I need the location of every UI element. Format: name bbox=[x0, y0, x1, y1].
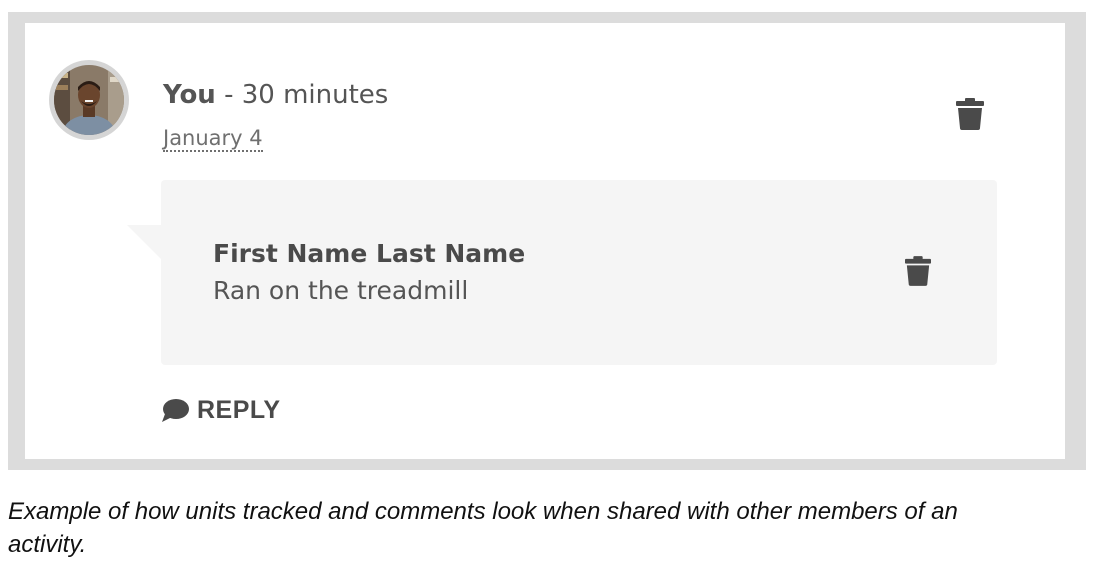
header-separator: - bbox=[215, 80, 242, 110]
reply-text: Ran on the treadmill bbox=[213, 276, 469, 305]
comment-author: You bbox=[163, 80, 216, 110]
speech-bubble-icon bbox=[162, 398, 189, 422]
reply-author: First Name Last Name bbox=[213, 239, 526, 268]
reply-button-label: REPLY bbox=[197, 396, 281, 424]
reply-button[interactable]: REPLY bbox=[161, 396, 281, 425]
avatar-photo bbox=[54, 65, 124, 135]
avatar[interactable] bbox=[49, 60, 129, 140]
comment-card: You - 30 minutes January 4 First Name La… bbox=[25, 23, 1065, 459]
trash-icon[interactable] bbox=[956, 98, 984, 130]
units-tracked: 30 minutes bbox=[241, 80, 389, 110]
reply-pointer bbox=[127, 225, 161, 259]
trash-icon[interactable] bbox=[905, 255, 931, 287]
comment-date[interactable]: January 4 bbox=[163, 126, 263, 152]
screenshot-frame: You - 30 minutes January 4 First Name La… bbox=[8, 12, 1086, 470]
figure-caption: Example of how units tracked and comment… bbox=[8, 498, 958, 558]
comment-header: You - 30 minutes bbox=[163, 80, 388, 110]
reply-bubble: First Name Last Name Ran on the treadmil… bbox=[161, 180, 997, 365]
